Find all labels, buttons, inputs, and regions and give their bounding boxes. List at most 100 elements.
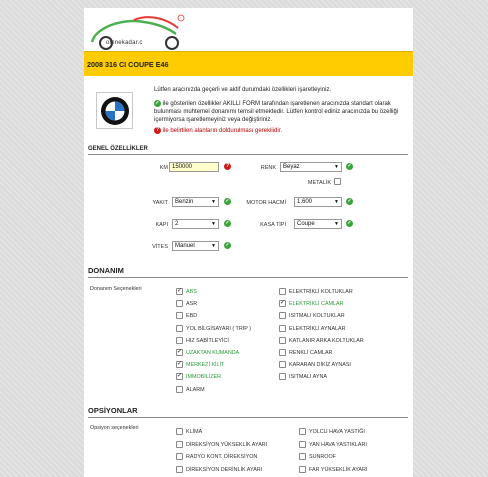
logo-text: omnekadar.c [106, 40, 143, 46]
option-checkbox[interactable] [176, 385, 183, 393]
option-checkbox[interactable]: ✓ [176, 288, 183, 295]
check-icon: ✓ [154, 100, 161, 107]
opsiyon-group-label: Opsiyon seçenekleri [90, 425, 139, 431]
kasa-label: KASA TİPİ [260, 222, 286, 228]
intro-text-2: ✓ ile gösterilen özellikler AKILLI FORM … [154, 100, 404, 124]
option-label: ELEKTRİKLİ KOLTUKLAR [289, 289, 353, 295]
option-label: KATLANIR ARKA KOLTUKLAR [289, 337, 364, 344]
option-label: ELEKTRİKLİ AYNALAR [289, 325, 346, 332]
intro-text-2-body: ile gösterilen özellikler AKILLI FORM ta… [154, 101, 399, 124]
check-icon: ✓ [224, 220, 231, 227]
option-checkbox[interactable] [299, 465, 306, 473]
option-label: DİREKSİYON DERİNLİK AYARI [186, 466, 263, 473]
option-label: RENKLİ CAMLAR [289, 350, 333, 356]
renk-select[interactable]: Beyaz ▼ [280, 162, 342, 172]
check-icon: ✓ [224, 242, 231, 249]
intro-section: Lütfen aracınızda geçerli ve aktif durum… [84, 76, 413, 148]
option-label: ELEKTRİKLİ CAMLAR [289, 301, 344, 308]
kasa-value: Coupe [297, 221, 315, 227]
donanim-heading: DONANIM [88, 266, 408, 278]
motor-label: MOTOR HACMİ [246, 200, 286, 206]
question-icon: ? [154, 127, 161, 134]
option-checkbox[interactable] [176, 336, 183, 344]
bmw-logo-icon [100, 97, 129, 125]
intro-text-3: ? ile belirtilen alanların doldurulması … [154, 127, 404, 134]
option-checkbox[interactable] [279, 361, 286, 369]
option-label: RADYO KONT. DİREKSİYON [186, 454, 258, 460]
option-label: ISITMALI AYNA [289, 374, 327, 381]
opsiyon-heading: OPSİYONLAR [88, 406, 408, 418]
required-icon: ? [224, 163, 231, 170]
yakit-label: YAKIT [152, 200, 169, 206]
option-checkbox[interactable] [176, 453, 183, 460]
chevron-down-icon: ▼ [211, 221, 216, 227]
header: omnekadar.c [84, 8, 413, 51]
listing-title: 2008 316 CI COUPE E46 [87, 59, 169, 69]
kapi-select[interactable]: 2 ▼ [172, 219, 219, 229]
option-checkbox[interactable] [279, 373, 286, 381]
option-label: ALARM [186, 386, 205, 393]
option-checkbox[interactable]: ✓ [279, 300, 286, 308]
check-icon: ✓ [224, 198, 231, 205]
brand-logo [96, 92, 133, 129]
option-label: EBD [186, 313, 198, 320]
option-checkbox[interactable] [176, 312, 183, 320]
option-label: FAR YÜKSEKLİK AYARI [309, 466, 368, 473]
km-input[interactable]: 150000 [169, 162, 219, 172]
option-checkbox[interactable]: ✓ [176, 361, 183, 369]
option-checkbox[interactable] [279, 336, 286, 344]
chevron-down-icon: ▼ [334, 164, 339, 170]
option-label: KLİMA [186, 429, 203, 435]
option-label: ISITMALI KOLTUKLAR [289, 313, 345, 320]
check-icon: ✓ [346, 163, 353, 170]
chevron-down-icon: ▼ [211, 243, 216, 249]
check-icon: ✓ [346, 220, 353, 227]
listing-title-bar: 2008 316 CI COUPE E46 [84, 51, 413, 76]
renk-value: Beyaz [283, 164, 300, 170]
chevron-down-icon: ▼ [334, 199, 339, 205]
kasa-select[interactable]: Coupe ▼ [294, 219, 342, 229]
option-checkbox[interactable]: ✓ [176, 349, 183, 356]
motor-select[interactable]: 1.600 ▼ [294, 197, 342, 207]
renk-label: RENK [260, 165, 276, 171]
option-checkbox[interactable] [299, 453, 306, 460]
metalik-label: METALİK [307, 180, 331, 186]
kapi-label: KAPI [155, 222, 168, 228]
vites-value: Manuel [175, 243, 195, 249]
option-label: YAN HAVA YASTIKLARI [309, 441, 367, 448]
option-checkbox[interactable] [279, 324, 286, 332]
vites-label: VİTES [152, 244, 168, 250]
metalik-checkbox[interactable] [334, 178, 341, 185]
chevron-down-icon: ▼ [211, 199, 216, 205]
motor-value: 1.600 [297, 199, 313, 205]
option-checkbox[interactable] [279, 312, 286, 320]
option-checkbox[interactable] [176, 440, 183, 448]
site-logo[interactable]: omnekadar.c [86, 12, 186, 52]
intro-text-1: Lütfen aracınızda geçerli ve aktif durum… [154, 87, 332, 93]
kapi-value: 2 [175, 221, 179, 227]
km-label: KM [159, 165, 168, 171]
option-label: DİREKSİYON YÜKSEKLİK AYARI [186, 441, 268, 448]
car-logo-icon [90, 14, 185, 50]
donanim-group-label: Donanım Seçenekleri [90, 286, 142, 292]
option-label: YOL BİLGİSAYARI ( TRİP ) [186, 325, 252, 332]
option-checkbox[interactable] [176, 465, 183, 473]
option-checkbox[interactable] [299, 440, 306, 448]
option-label: MERKEZİ KİLİT [186, 362, 225, 369]
option-checkbox[interactable] [176, 324, 183, 332]
option-checkbox[interactable] [279, 288, 286, 295]
option-label: İMMOBİLİZER [186, 374, 222, 381]
option-label: HIZ SABİTLEYİCİ [186, 337, 229, 344]
check-icon: ✓ [346, 198, 353, 205]
chevron-down-icon: ▼ [334, 221, 339, 227]
yakit-select[interactable]: Benzin ▼ [172, 197, 219, 207]
intro-text-3-body: ile belirtilen alanların doldurulması ge… [162, 128, 283, 135]
option-checkbox[interactable] [176, 428, 183, 435]
option-checkbox[interactable] [279, 349, 286, 356]
yakit-value: Benzin [175, 199, 194, 205]
option-label: YOLCU HAVA YASTIĞI [309, 429, 365, 435]
option-checkbox[interactable] [176, 300, 183, 308]
option-checkbox[interactable]: ✓ [176, 373, 183, 381]
vites-select[interactable]: Manuel ▼ [172, 241, 219, 251]
option-checkbox[interactable] [299, 428, 306, 435]
